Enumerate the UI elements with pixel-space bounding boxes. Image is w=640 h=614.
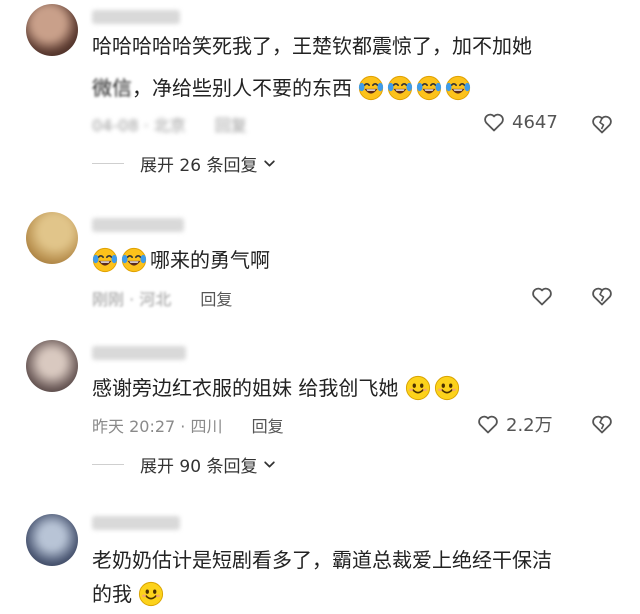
- smiling-emoji: [138, 581, 164, 607]
- like-button[interactable]: 4647: [482, 110, 558, 134]
- heart-outline-icon: [476, 412, 500, 436]
- expand-replies-label: 展开 26 条回复: [140, 156, 258, 176]
- chevron-down-icon: [263, 458, 276, 471]
- expand-replies-label: 展开 90 条回复: [140, 457, 258, 477]
- smiling-emoji: [434, 375, 460, 401]
- username-blurred[interactable]: [92, 218, 184, 232]
- heart-outline-icon: [530, 284, 554, 308]
- like-count: 4647: [512, 111, 558, 133]
- like-button[interactable]: 2.2万: [476, 411, 553, 437]
- expand-replies-button[interactable]: 展开 90 条回复: [92, 452, 276, 477]
- crying-laughing-emoji: [445, 75, 471, 101]
- username-blurred[interactable]: [92, 516, 180, 530]
- comment-text: 老奶奶估计是短剧看多了，霸道总裁爱上绝经干保洁: [92, 548, 552, 572]
- smiling-emoji: [405, 375, 431, 401]
- reply-button[interactable]: 回复: [215, 116, 247, 135]
- comment-text-blurred-prefix: 微信: [92, 76, 132, 100]
- comment-time-location: 昨天 20:27 · 四川: [92, 417, 223, 436]
- crying-laughing-emoji: [358, 75, 384, 101]
- comment-text-line2: 的我: [92, 578, 167, 610]
- crying-laughing-emoji: [121, 247, 147, 273]
- like-button[interactable]: [530, 284, 554, 308]
- avatar[interactable]: [26, 4, 78, 56]
- comment-meta: 刚刚 · 河北 回复: [92, 286, 232, 310]
- username-blurred[interactable]: [92, 346, 186, 360]
- divider: [92, 163, 124, 164]
- expand-replies-button[interactable]: 展开 26 条回复: [92, 151, 276, 176]
- divider: [92, 464, 124, 465]
- heart-outline-icon: [482, 110, 506, 134]
- like-count: 2.2万: [506, 415, 553, 436]
- comment-time-location: 刚刚 · 河北: [92, 290, 172, 309]
- reply-button[interactable]: 回复: [252, 417, 284, 436]
- comment-text: 感谢旁边红衣服的姐妹 给我创飞她: [92, 372, 463, 404]
- avatar[interactable]: [26, 212, 78, 264]
- comment-time-location: 04-08 · 北京: [92, 116, 186, 135]
- comment-meta: 昨天 20:27 · 四川 回复: [92, 413, 284, 437]
- comment-text-line2: 微信，净给些别人不要的东西: [92, 72, 474, 104]
- avatar[interactable]: [26, 340, 78, 392]
- broken-heart-icon[interactable]: [590, 284, 614, 308]
- broken-heart-icon[interactable]: [590, 412, 614, 436]
- comment-text: 哈哈哈哈哈笑死我了，王楚钦都震惊了，加不加她: [92, 34, 532, 58]
- broken-heart-icon[interactable]: [590, 112, 614, 136]
- reply-button[interactable]: 回复: [200, 290, 232, 309]
- crying-laughing-emoji: [92, 247, 118, 273]
- username-blurred[interactable]: [92, 10, 180, 24]
- crying-laughing-emoji: [387, 75, 413, 101]
- comment-text: 哪来的勇气啊: [92, 244, 270, 276]
- comment-meta: 04-08 · 北京 回复: [92, 112, 247, 136]
- avatar[interactable]: [26, 514, 78, 566]
- chevron-down-icon: [263, 157, 276, 170]
- crying-laughing-emoji: [416, 75, 442, 101]
